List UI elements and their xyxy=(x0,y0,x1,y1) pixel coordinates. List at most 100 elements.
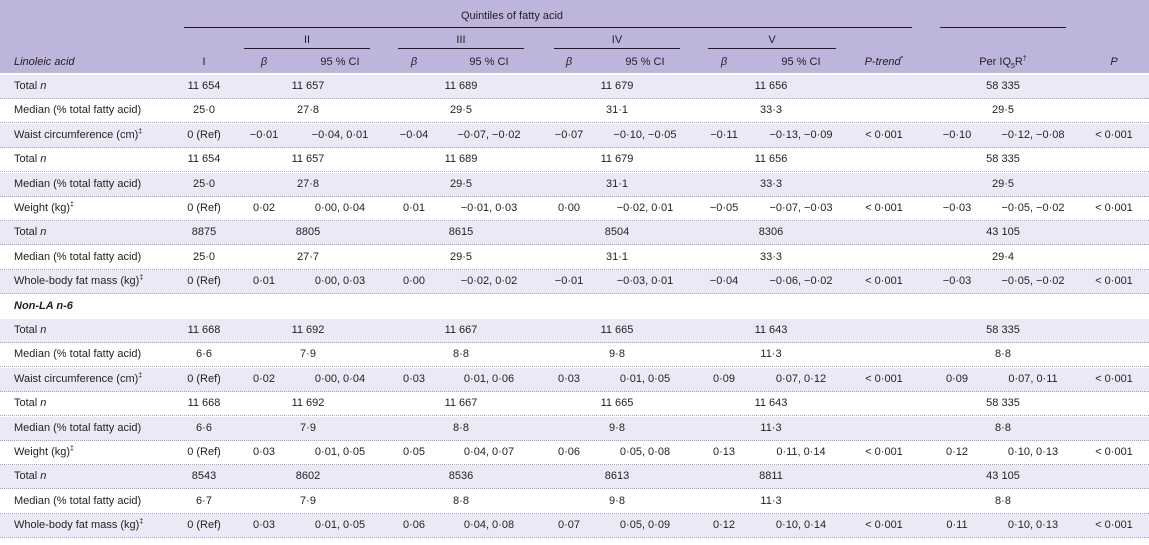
per-iqr-ci-cell: −0·12, −0·08 xyxy=(1001,128,1065,141)
per-iqr-cell: 43 105 xyxy=(986,226,1020,239)
quintile-i-cell: 0 (Ref) xyxy=(187,202,221,214)
quintile-i-cell: 0 (Ref) xyxy=(187,519,221,532)
ci-ii-cell: 0·01, 0·05 xyxy=(314,446,366,458)
quintile-iv-cell: 11 679 xyxy=(600,153,634,166)
table-row: Total n 11 668 11 692 11 667 11 665 11 643 58 … xyxy=(0,319,1149,343)
p-trend-cell: < 0·001 xyxy=(865,519,903,532)
ci-ii-cell: 0·00, 0·03 xyxy=(314,275,366,288)
ci-v-cell: 0·10, 0·14 xyxy=(775,519,827,532)
per-iqr-beta-cell: −0·03 xyxy=(942,275,972,288)
quintile-v-cell: 11 656 xyxy=(754,80,788,92)
p-value-cell: < 0·001 xyxy=(1095,202,1133,214)
quintile-ii-cell: 8805 xyxy=(295,226,321,239)
row-label: Median (% total fatty acid) xyxy=(14,421,142,434)
beta-v-cell: 0·09 xyxy=(712,372,736,385)
table-row: Whole-body fat mass (kg)‡ 0 (Ref) 0·03 0·01… xyxy=(0,514,1149,539)
quintile-i-cell: 25·0 xyxy=(192,250,216,263)
per-iqr-ci-cell: 0·07, 0·11 xyxy=(1008,372,1058,385)
beta-ii-cell: −0·01 xyxy=(249,128,279,141)
beta-ii-cell: 0·02 xyxy=(252,202,276,214)
table-row: Median (% total fatty acid) 25·0 27·8 29·5 3… xyxy=(0,99,1149,124)
quintile-iv-label: IV xyxy=(611,34,623,46)
quintile-v-cell: 11·3 xyxy=(760,421,782,434)
per-iqr-cell: 58 335 xyxy=(986,324,1020,336)
beta-ii-cell: 0·01 xyxy=(252,275,276,288)
ci-iii-cell: −0·02, 0·02 xyxy=(460,275,518,288)
beta-iv-cell: −0·01 xyxy=(554,275,584,288)
quintile-iv-cell: 9·8 xyxy=(609,494,625,507)
quintile-v-cell: 11 656 xyxy=(754,153,788,166)
beta-iv-cell: −0·07 xyxy=(554,128,584,141)
fatty-acid-table: Quintiles of fatty acid II III IV V Lino… xyxy=(0,0,1149,545)
quintile-iii-cell: 8·8 xyxy=(453,494,469,507)
beta-header-v: β xyxy=(720,56,728,68)
ci-ii-cell: −0·04, 0·01 xyxy=(311,128,369,141)
quintile-v-cell: 8811 xyxy=(759,470,783,483)
quintile-ii-cell: 27·7 xyxy=(296,250,320,263)
quintile-ii-cell: 11 657 xyxy=(291,80,325,92)
per-iqr-beta-cell: 0·09 xyxy=(945,372,969,385)
quintile-iii-cell: 29·5 xyxy=(449,250,473,263)
beta-v-cell: −0·04 xyxy=(709,275,739,288)
quintile-v-rule xyxy=(708,48,836,49)
beta-iv-cell: 0·06 xyxy=(557,446,581,458)
quintile-iv-cell: 8613 xyxy=(604,470,630,483)
beta-ii-cell: 0·03 xyxy=(252,446,276,458)
header-spanner: Quintiles of fatty acid xyxy=(460,10,564,22)
quintile-i-cell: 0 (Ref) xyxy=(187,275,221,288)
ci-header-v: 95 % CI xyxy=(781,56,821,68)
quintile-i-cell: 0 (Ref) xyxy=(187,128,221,141)
quintile-i-cell: 11 668 xyxy=(187,397,221,410)
beta-header-iii: β xyxy=(410,56,418,68)
ci-iii-cell: −0·01, 0·03 xyxy=(460,202,518,214)
quintile-ii-cell: 8602 xyxy=(295,470,321,483)
beta-v-cell: −0·11 xyxy=(710,128,738,141)
quintile-iv-cell: 11 665 xyxy=(600,397,634,410)
quintile-ii-cell: 11 692 xyxy=(291,324,325,336)
quintile-i-cell: 0 (Ref) xyxy=(187,372,221,385)
per-iqr-header: Per IQ5R† xyxy=(979,55,1027,71)
quintile-v-cell: 11·3 xyxy=(760,348,782,361)
p-trend-cell: < 0·001 xyxy=(865,202,903,214)
per-iqr-beta-cell: −0·03 xyxy=(942,202,972,214)
p-value-cell: < 0·001 xyxy=(1095,128,1133,141)
beta-iii-cell: 0·00 xyxy=(402,275,426,288)
quintile-ii-rule xyxy=(244,48,370,49)
per-iqr-cell: 29·5 xyxy=(991,177,1015,190)
row-label: Waist circumference (cm)‡ xyxy=(14,128,143,141)
section-header-row: Non-LA n-6 xyxy=(0,295,1149,319)
p-value-cell: < 0·001 xyxy=(1095,446,1133,458)
row-label: Median (% total fatty acid) xyxy=(14,104,142,117)
quintile-ii-cell: 27·8 xyxy=(296,104,320,117)
quintile-iii-cell: 8·8 xyxy=(453,421,469,434)
per-iqr-beta-cell: 0·11 xyxy=(946,519,968,532)
ci-header-iv: 95 % CI xyxy=(625,56,665,68)
row-label: Total n xyxy=(14,397,47,410)
ci-iii-cell: −0·07, −0·02 xyxy=(457,128,521,141)
quintile-ii-cell: 7·9 xyxy=(300,421,316,434)
per-iqr-cell: 29·5 xyxy=(991,104,1015,117)
p-value-cell: < 0·001 xyxy=(1095,275,1133,288)
ci-iv-cell: −0·02, 0·01 xyxy=(616,202,674,214)
per-iqr-ci-cell: −0·05, −0·02 xyxy=(1001,275,1065,288)
ci-iv-cell: 0·01, 0·05 xyxy=(619,372,671,385)
per-iqr-cell: 29·4 xyxy=(991,250,1015,263)
table-row: Whole-body fat mass (kg)‡ 0 (Ref) 0·01 0·00… xyxy=(0,270,1149,295)
per-iqr-rule xyxy=(940,27,1066,28)
quintile-iv-cell: 11 665 xyxy=(600,324,634,336)
table-row: Total n 8875 8805 8615 8504 8306 43 105 xyxy=(0,221,1149,246)
quintile-iii-cell: 11 689 xyxy=(444,153,478,166)
ci-iv-cell: 0·05, 0·09 xyxy=(619,519,671,532)
ci-v-cell: −0·07, −0·03 xyxy=(769,202,833,214)
quintile-iii-cell: 11 667 xyxy=(444,397,478,410)
p-trend-cell: < 0·001 xyxy=(865,275,903,288)
quintile-v-cell: 33·3 xyxy=(759,104,783,117)
ci-v-cell: 0·07, 0·12 xyxy=(775,372,827,385)
ci-iv-cell: −0·10, −0·05 xyxy=(613,128,677,141)
per-iqr-ci-cell: 0·10, 0·13 xyxy=(1007,446,1059,458)
quintile-v-cell: 11 643 xyxy=(754,324,788,336)
quintile-i-cell: 11 668 xyxy=(187,324,221,336)
beta-iv-cell: 0·03 xyxy=(557,372,581,385)
quintile-iv-rule xyxy=(554,48,680,49)
quintile-ii-cell: 7·9 xyxy=(300,348,316,361)
